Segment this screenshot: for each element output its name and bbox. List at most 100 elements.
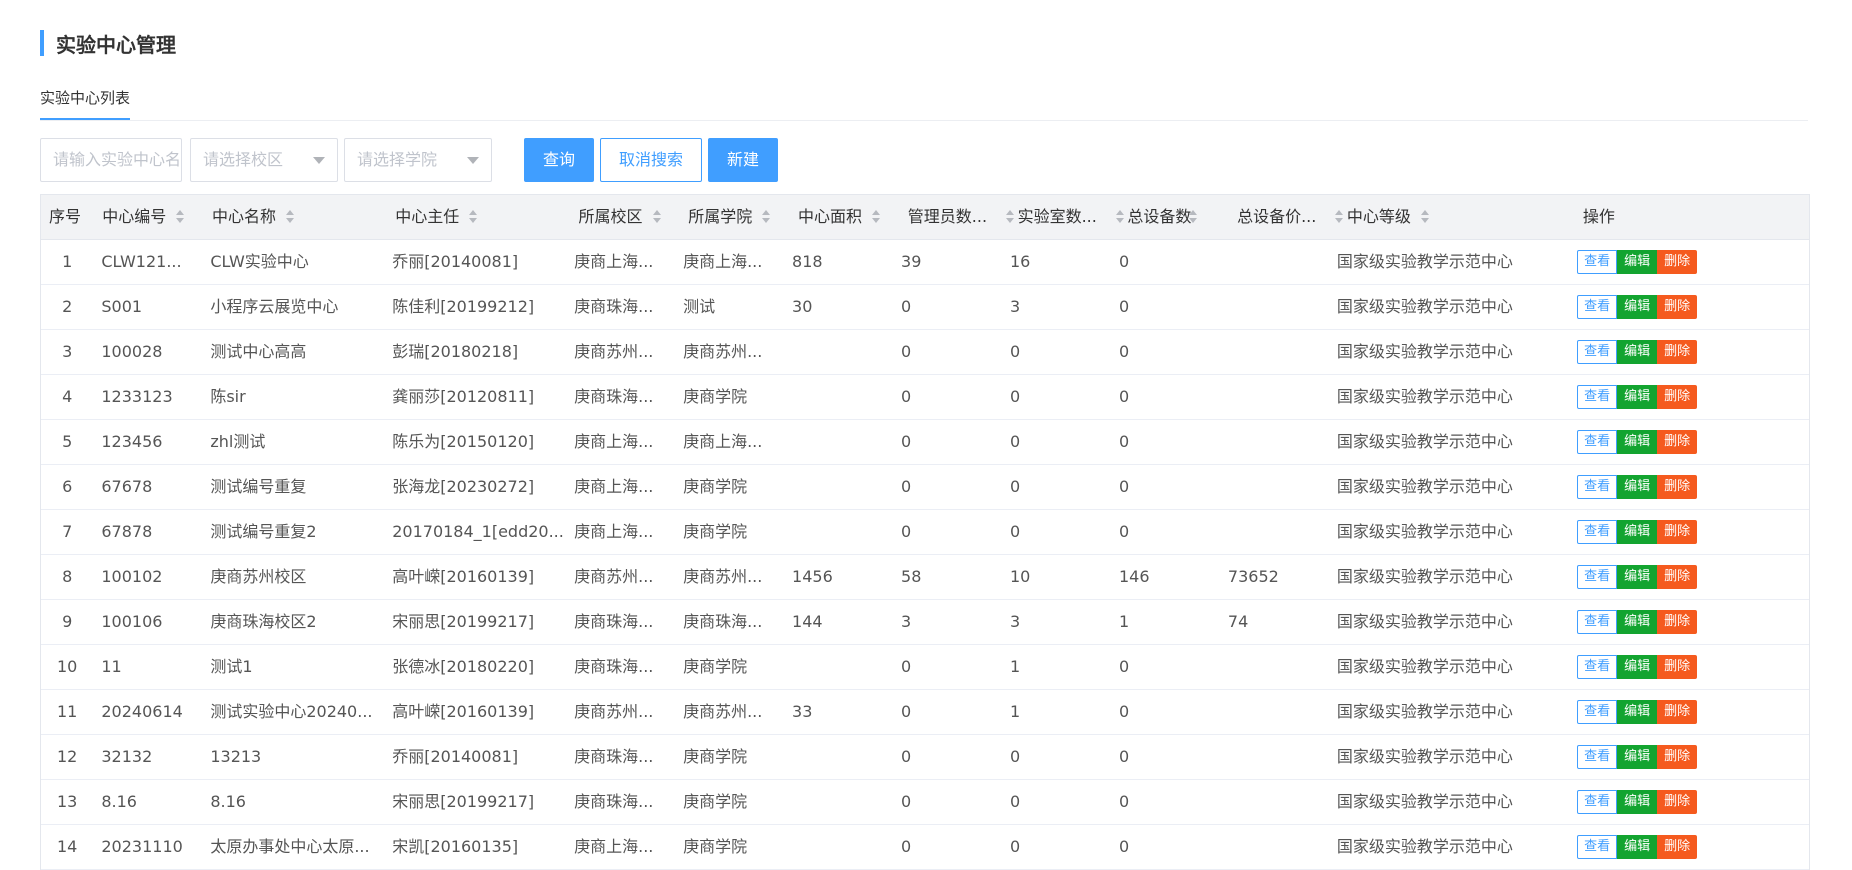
edit-button[interactable]: 编辑 <box>1617 295 1658 319</box>
col-header-college[interactable]: 所属学院 <box>680 195 790 239</box>
center-name-search-input[interactable]: 请输入实验中心名称 <box>40 138 182 182</box>
edit-button[interactable]: 编辑 <box>1617 835 1658 859</box>
cell-device-count: 0 <box>1118 792 1130 811</box>
edit-button[interactable]: 编辑 <box>1617 475 1658 499</box>
cell-device-count: 0 <box>1118 702 1130 721</box>
sort-caret-icon[interactable] <box>176 210 185 224</box>
delete-button[interactable]: 删除 <box>1657 610 1698 634</box>
col-header-admin-count[interactable]: 管理员数... <box>900 195 1014 239</box>
delete-button[interactable]: 删除 <box>1657 475 1698 499</box>
tab-lab-center-list[interactable]: 实验中心列表 <box>40 84 131 120</box>
cell-device-value <box>1220 330 1329 374</box>
cell-director: 高叶嵘[20160139] <box>392 702 535 721</box>
view-button[interactable]: 查看 <box>1577 250 1618 274</box>
table-row: 2 S001 小程序云展览中心 陈佳利[20199212] 庚商珠海... 测试 30 0 3 0… <box>41 285 1809 330</box>
view-button[interactable]: 查看 <box>1577 520 1618 544</box>
edit-button[interactable]: 编辑 <box>1617 655 1658 679</box>
delete-button[interactable]: 删除 <box>1657 385 1698 409</box>
col-header-campus[interactable]: 所属校区 <box>571 195 681 239</box>
delete-button[interactable]: 删除 <box>1657 430 1698 454</box>
edit-button[interactable]: 编辑 <box>1617 790 1658 814</box>
table-row: 14 20231110 太原办事处中心太原... 宋凯[20160135] 庚商上海..… <box>41 825 1809 870</box>
cell-center-id: 123456 <box>101 432 163 451</box>
edit-button[interactable]: 编辑 <box>1617 565 1658 589</box>
cell-device-value <box>1220 825 1329 869</box>
view-button[interactable]: 查看 <box>1577 835 1618 859</box>
view-button[interactable]: 查看 <box>1577 790 1618 814</box>
table-row: 1 CLW121... CLW实验中心 乔丽[20140081] 庚商上海... 庚商上海… <box>41 240 1809 285</box>
campus-select[interactable]: 请选择校区 <box>190 138 338 182</box>
view-button[interactable]: 查看 <box>1577 385 1618 409</box>
cell-campus: 庚商苏州... <box>574 702 654 721</box>
cancel-search-button[interactable]: 取消搜索 <box>600 138 702 182</box>
sort-caret-icon[interactable] <box>762 210 771 224</box>
edit-button[interactable]: 编辑 <box>1617 700 1658 724</box>
sort-caret-icon[interactable] <box>1189 210 1198 224</box>
col-header-device-count[interactable]: 总设备数 <box>1119 195 1229 239</box>
view-button[interactable]: 查看 <box>1577 610 1618 634</box>
col-header-device-value[interactable]: 总设备价... <box>1229 195 1344 239</box>
delete-button[interactable]: 删除 <box>1657 340 1698 364</box>
delete-button[interactable]: 删除 <box>1657 655 1698 679</box>
delete-button[interactable]: 删除 <box>1657 790 1698 814</box>
table-row: 7 67878 测试编号重复2 20170184_1[edd20... 庚商上海... 庚… <box>41 510 1809 555</box>
sort-caret-icon[interactable] <box>872 210 881 224</box>
view-button[interactable]: 查看 <box>1577 565 1618 589</box>
col-header-area[interactable]: 中心面积 <box>790 195 900 239</box>
cell-level: 国家级实验教学示范中心 <box>1336 522 1513 541</box>
cell-device-count: 0 <box>1118 522 1130 541</box>
col-header-director[interactable]: 中心主任 <box>387 195 570 239</box>
edit-button[interactable]: 编辑 <box>1617 610 1658 634</box>
college-select[interactable]: 请选择学院 <box>344 138 492 182</box>
view-button[interactable]: 查看 <box>1577 340 1618 364</box>
cell-college: 庚商学院 <box>683 792 748 811</box>
table-row: 8 100102 庚商苏州校区 高叶嵘[20160139] 庚商苏州... 庚商苏州...… <box>41 555 1809 600</box>
sort-caret-icon[interactable] <box>652 210 661 224</box>
edit-button[interactable]: 编辑 <box>1617 385 1658 409</box>
edit-button[interactable]: 编辑 <box>1617 745 1658 769</box>
col-header-center-name[interactable]: 中心名称 <box>204 195 387 239</box>
sort-caret-icon[interactable] <box>469 210 478 224</box>
cell-campus: 庚商珠海... <box>574 792 654 811</box>
header-label: 中心面积 <box>798 207 863 226</box>
cell-area <box>784 780 893 824</box>
delete-button[interactable]: 删除 <box>1657 565 1698 589</box>
col-header-level[interactable]: 中心等级 <box>1339 195 1575 239</box>
cell-college: 测试 <box>683 297 716 316</box>
edit-button[interactable]: 编辑 <box>1617 520 1658 544</box>
cell-center-name: 测试编号重复 <box>210 477 307 496</box>
delete-button[interactable]: 删除 <box>1657 295 1698 319</box>
view-button[interactable]: 查看 <box>1577 700 1618 724</box>
cell-admin-count: 0 <box>901 747 912 766</box>
cell-center-name: 测试1 <box>210 657 253 676</box>
view-button[interactable]: 查看 <box>1577 295 1618 319</box>
delete-button[interactable]: 删除 <box>1657 835 1698 859</box>
delete-button[interactable]: 删除 <box>1657 250 1698 274</box>
cell-area <box>784 645 893 689</box>
delete-button[interactable]: 删除 <box>1657 745 1698 769</box>
cell-center-name: 测试编号重复2 <box>210 522 317 541</box>
view-button[interactable]: 查看 <box>1577 655 1618 679</box>
edit-button[interactable]: 编辑 <box>1617 250 1658 274</box>
view-button[interactable]: 查看 <box>1577 430 1618 454</box>
cell-campus: 庚商上海... <box>574 837 654 856</box>
delete-button[interactable]: 删除 <box>1657 700 1698 724</box>
cell-director: 彭瑞[20180218] <box>392 342 519 361</box>
cell-college: 庚商珠海... <box>683 612 763 631</box>
cell-college: 庚商学院 <box>683 837 748 856</box>
cell-device-count: 0 <box>1118 657 1130 676</box>
edit-button[interactable]: 编辑 <box>1617 430 1658 454</box>
edit-button[interactable]: 编辑 <box>1617 340 1658 364</box>
new-center-button[interactable]: 新建 <box>708 138 778 182</box>
view-button[interactable]: 查看 <box>1577 475 1618 499</box>
query-button[interactable]: 查询 <box>524 138 594 182</box>
sort-caret-icon[interactable] <box>286 210 294 224</box>
delete-button[interactable]: 删除 <box>1657 520 1698 544</box>
col-header-center-id[interactable]: 中心编号 <box>94 195 204 239</box>
view-button[interactable]: 查看 <box>1577 745 1618 769</box>
cell-admin-count: 0 <box>901 297 912 316</box>
sort-caret-icon[interactable] <box>1420 210 1429 224</box>
col-header-lab-count[interactable]: 实验室数... <box>1010 195 1124 239</box>
cell-actions: 查看 编辑 删除 <box>1563 285 1809 329</box>
cell-index: 12 <box>57 747 78 766</box>
